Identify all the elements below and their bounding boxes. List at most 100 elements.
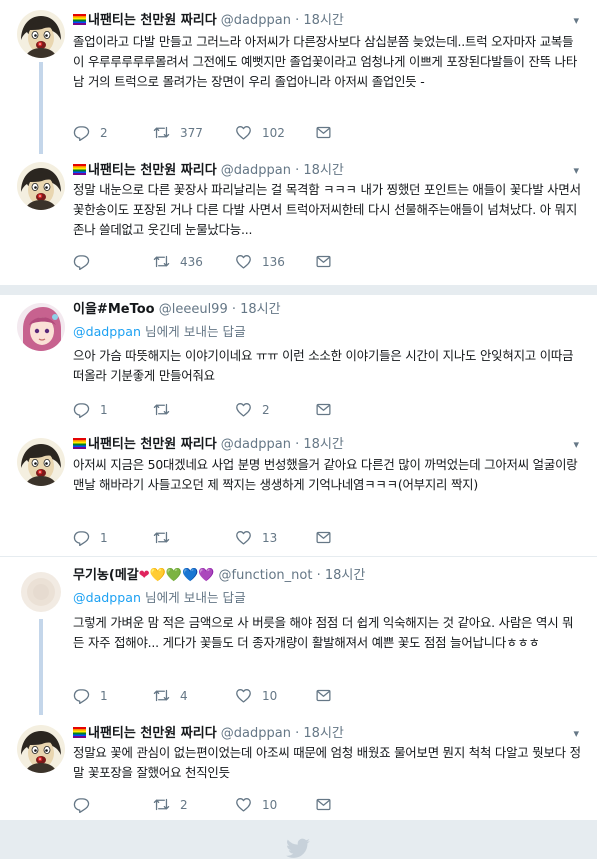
like-button[interactable]: 10 [235, 796, 277, 813]
tweet-actions: 1 2 [73, 401, 583, 421]
user-handle[interactable]: @function_not [219, 568, 313, 583]
thread-line [39, 619, 43, 715]
rainbow-flag-icon [73, 438, 86, 449]
chevron-down-icon[interactable]: ▾ [573, 164, 579, 177]
rainbow-flag-icon [73, 727, 86, 738]
retweet-icon [153, 401, 170, 418]
retweet-button[interactable]: 4 [153, 687, 188, 704]
user-handle[interactable]: @dadppan [221, 13, 291, 28]
timestamp[interactable]: 18시간 [303, 163, 343, 178]
timestamp[interactable]: 18시간 [303, 13, 343, 28]
reply-count: 1 [100, 402, 108, 417]
like-button[interactable]: 136 [235, 253, 285, 270]
direct-message-button[interactable] [315, 124, 332, 141]
replying-to-handle[interactable]: @dadppan [73, 590, 141, 605]
display-name[interactable]: 내팬티는 천만원 짜리다 [88, 163, 217, 178]
tweet-header: 무기농(메갈❤💛💚💙💜 @function_not · 18시간 [73, 567, 365, 585]
direct-message-button[interactable] [315, 796, 332, 813]
avatar[interactable] [17, 568, 65, 616]
avatar[interactable] [17, 162, 65, 210]
retweet-button[interactable] [153, 401, 180, 418]
envelope-icon [315, 124, 332, 141]
timestamp[interactable]: 18시간 [325, 568, 365, 583]
retweet-icon [153, 687, 170, 704]
tweet-text: 정말요 꽃에 관심이 없는편이었는데 아조씨 때문에 엄청 배웠죠 물어보면 뭔… [73, 745, 581, 780]
separator-dot: · [316, 568, 321, 583]
retweet-button[interactable]: 2 [153, 796, 188, 813]
replying-to: @dadppan 님에게 보내는 답글 [73, 323, 246, 341]
reply-count: 2 [100, 125, 108, 140]
replying-to-label: 님에게 보내는 답글 [141, 590, 246, 605]
reply-button[interactable]: 2 [73, 124, 108, 141]
separator-dot: · [295, 437, 300, 452]
display-name[interactable]: 내팬티는 천만원 짜리다 [88, 13, 217, 28]
reply-icon [73, 124, 90, 141]
envelope-icon [315, 253, 332, 270]
direct-message-button[interactable] [315, 687, 332, 704]
display-name[interactable]: 내팬티는 천만원 짜리다 [88, 437, 217, 452]
timestamp[interactable]: 18시간 [303, 726, 343, 741]
reply-button[interactable]: 1 [73, 529, 108, 546]
separator-dot: · [295, 726, 300, 741]
heart-icon [235, 401, 252, 418]
timeline-footer [0, 820, 597, 859]
replying-to-label: 님에게 보내는 답글 [141, 324, 246, 339]
avatar[interactable] [17, 10, 65, 58]
retweet-count: 436 [180, 254, 203, 269]
envelope-icon [315, 401, 332, 418]
tweet-header: 내팬티는 천만원 짜리다 @dadppan · 18시간 [73, 162, 344, 180]
like-button[interactable]: 102 [235, 124, 285, 141]
tweet[interactable]: 이을#MeToo @leeeul99 · 18시간 @dadppan 님에게 보… [0, 295, 597, 429]
rainbow-flag-icon [73, 164, 86, 175]
avatar[interactable] [17, 438, 65, 486]
retweet-button[interactable]: 436 [153, 253, 203, 270]
reply-button[interactable]: 1 [73, 687, 108, 704]
like-count: 13 [262, 530, 278, 545]
tweet[interactable]: 내팬티는 천만원 짜리다 @dadppan · 18시간 ▾ 정말요 꽃에 관심… [0, 715, 597, 820]
retweet-button[interactable] [153, 529, 180, 546]
reply-button[interactable]: 1 [73, 401, 108, 418]
tweet[interactable]: 무기농(메갈❤💛💚💙💜 @function_not · 18시간 @dadppa… [0, 557, 597, 715]
reply-icon [73, 529, 90, 546]
avatar[interactable] [17, 725, 65, 773]
display-name[interactable]: 내팬티는 천만원 짜리다 [88, 726, 217, 741]
user-handle[interactable]: @dadppan [221, 726, 291, 741]
heart-icon [235, 124, 252, 141]
reply-button[interactable] [73, 796, 100, 813]
like-button[interactable]: 2 [235, 401, 270, 418]
separator-dot: · [231, 302, 236, 317]
chevron-down-icon[interactable]: ▾ [573, 727, 579, 740]
display-name[interactable]: 무기농(메갈 [73, 568, 139, 583]
reply-icon [73, 253, 90, 270]
reply-button[interactable] [73, 253, 100, 270]
tweet-actions: 1 13 [73, 529, 583, 549]
replying-to-handle[interactable]: @dadppan [73, 324, 141, 339]
thread-line [39, 62, 43, 154]
rainbow-flag-icon [73, 14, 86, 25]
direct-message-button[interactable] [315, 529, 332, 546]
direct-message-button[interactable] [315, 253, 332, 270]
user-handle[interactable]: @dadppan [221, 163, 291, 178]
tweet[interactable]: 내팬티는 천만원 짜리다 @dadppan · 18시간 ▾ 아저씨 지금은 5… [0, 429, 597, 556]
direct-message-button[interactable] [315, 401, 332, 418]
conversation-divider [0, 285, 597, 295]
tweet-actions: 436 136 [73, 253, 583, 273]
avatar[interactable] [17, 303, 65, 351]
timestamp[interactable]: 18시간 [303, 437, 343, 452]
tweet[interactable]: 내팬티는 천만원 짜리다 @dadppan · 18시간 ▾ 정말 내눈으로 다… [0, 154, 597, 285]
heart-icon [235, 529, 252, 546]
tweet-text: 그렇게 가벼운 맘 적은 금액으로 사 버릇을 해야 점점 더 쉽게 익숙해지는… [73, 615, 574, 650]
user-handle[interactable]: @leeeul99 [159, 302, 228, 317]
chevron-down-icon[interactable]: ▾ [573, 438, 579, 451]
retweet-button[interactable]: 377 [153, 124, 203, 141]
like-button[interactable]: 10 [235, 687, 277, 704]
tweet[interactable]: 내팬티는 천만원 짜리다 @dadppan · 18시간 ▾ 졸업이라고 다발 … [0, 0, 597, 154]
tweet-header: 내팬티는 천만원 짜리다 @dadppan · 18시간 [73, 12, 344, 30]
user-handle[interactable]: @dadppan [221, 437, 291, 452]
display-name[interactable]: 이을#MeToo [73, 302, 155, 317]
like-button[interactable]: 13 [235, 529, 277, 546]
tweet-text: 정말 내눈으로 다른 꽃장사 파리날리는 걸 목격함 ㅋㅋㅋ 내가 찡했던 포인… [73, 182, 581, 237]
timestamp[interactable]: 18시간 [240, 302, 280, 317]
separator-dot: · [295, 13, 300, 28]
chevron-down-icon[interactable]: ▾ [573, 14, 579, 27]
